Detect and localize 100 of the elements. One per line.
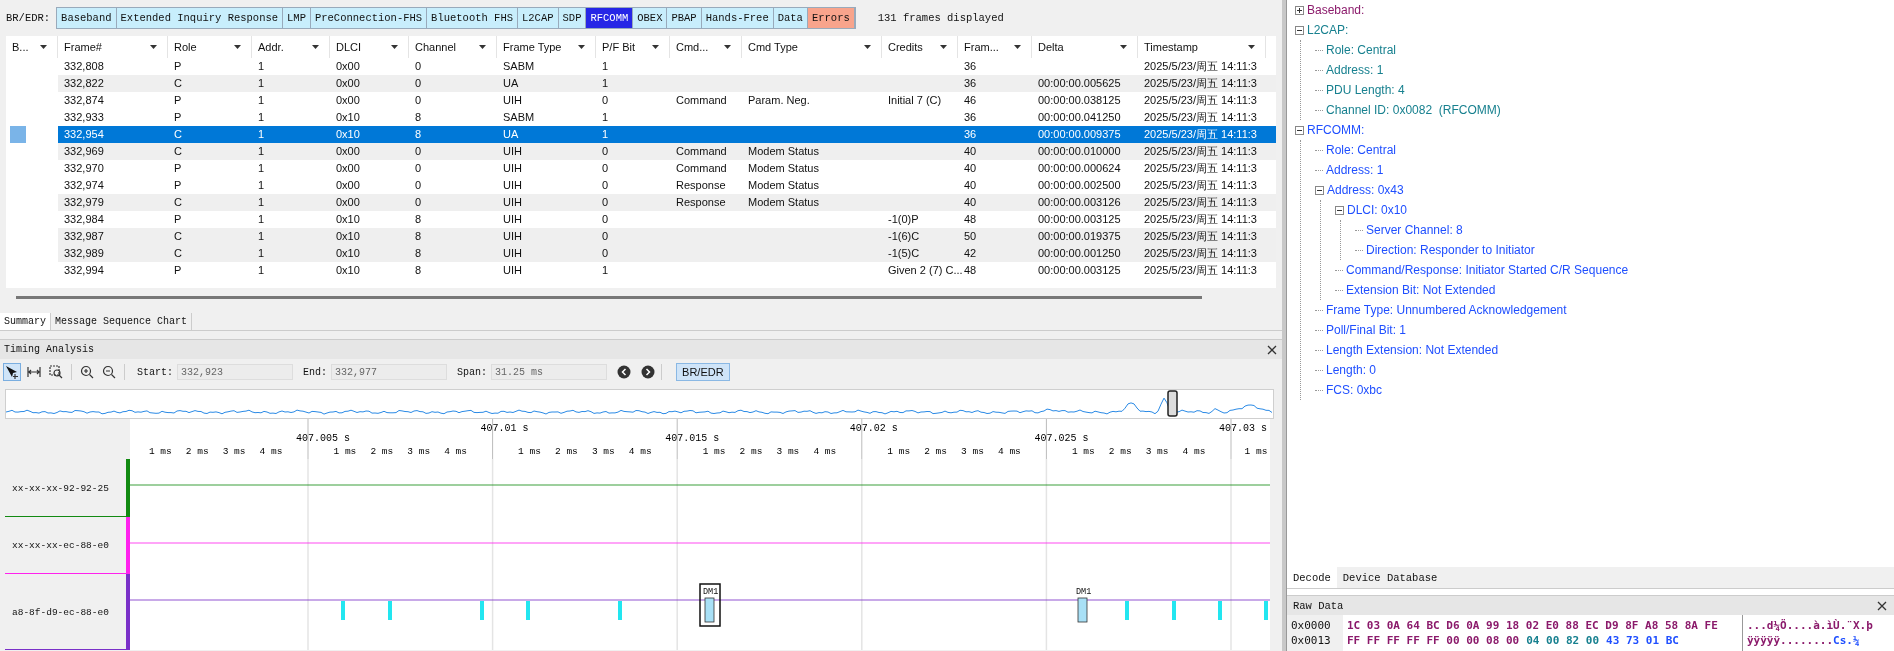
value-field[interactable]: 31.25 ms (491, 364, 608, 380)
tree-item[interactable]: Command/Response: Initiator Started C/R Sequence (1346, 263, 1629, 277)
table-cell-text: 1 (601, 59, 610, 74)
protocol-tab[interactable]: LMP (283, 8, 311, 28)
protocol-tab[interactable]: PreConnection-FHS (310, 8, 428, 28)
table-cell-text: -1(6)C (887, 229, 921, 244)
collapse-icon[interactable] (1295, 25, 1304, 35)
protocol-tab[interactable]: L2CAP (518, 8, 559, 28)
transport-button[interactable]: BR/EDR (676, 363, 730, 381)
protocol-tab[interactable]: OBEX (633, 8, 668, 28)
protocol-tab[interactable]: Bluetooth FHS (427, 8, 518, 28)
tree-item[interactable]: Poll/Final Bit: 1 (1326, 323, 1407, 337)
panel-title: Raw Data (1293, 599, 1344, 612)
range-handle[interactable] (1167, 390, 1178, 417)
tree-item[interactable]: Direction: Responder to Initiator (1366, 243, 1535, 257)
ascii-text: ...d¼Ö....à.ìÙ.¨X.þ (1747, 618, 1873, 633)
table-cell-text: 0 (601, 144, 610, 159)
table-cell-text: 42 (963, 246, 978, 261)
table-row[interactable]: 332,987 C 1 0x10 8 UIH 0 -1(6)C 50 00:00:00.019375 2025/5/23/周五 14:11:3 (6, 228, 1276, 245)
tool-button[interactable] (47, 363, 65, 381)
packet-block[interactable]: DM1 (1076, 587, 1092, 623)
table-cell-text: 1 (257, 59, 266, 74)
tick-label: 4 ms (259, 446, 283, 457)
table-cell-text: 0 (601, 178, 610, 193)
protocol-tab[interactable]: Errors (807, 8, 855, 28)
tree-item[interactable]: Channel ID: 0x0082 (RFCOMM) (1326, 103, 1501, 117)
table-cell-text: 332,808 (63, 59, 105, 74)
table-cell-text: UIH (502, 144, 523, 159)
time-label: 407.02 s (849, 423, 898, 434)
tree-item[interactable]: Address: 0x43 (1327, 183, 1404, 197)
protocol-tab[interactable]: Data (773, 8, 808, 28)
table-cell-text: 40 (963, 195, 978, 210)
table-row[interactable]: 332,969 C 1 0x00 0 UIH 0 Command Modem Status 40 00:00:00.010000 2025/5/23/周五 14:11:3 (6, 143, 1276, 160)
table-row[interactable]: 332,989 C 1 0x10 8 UIH 0 -1(5)C 42 00:00:00.001250 2025/5/23/周五 14:11:3 (6, 245, 1276, 262)
collapse-icon[interactable] (1295, 125, 1304, 135)
tree-item[interactable]: Length: 0 (1326, 363, 1377, 377)
table-cell-text: 1 (257, 246, 266, 261)
table-row[interactable]: 332,822 C 1 0x00 0 UA 1 36 00:00:00.005625 2025/5/23/周五 14:11:3 (6, 75, 1276, 92)
tree-item[interactable]: L2CAP: (1307, 23, 1349, 37)
table-cell-text: 00:00:00.003125 (1037, 212, 1122, 227)
protocol-tab[interactable]: Baseband (57, 8, 117, 28)
tool-button[interactable] (3, 363, 21, 381)
tree-item[interactable]: FCS: 0xbc (1326, 383, 1382, 397)
table-row[interactable]: 332,954 C 1 0x10 8 UA 1 36 00:00:00.009375 2025/5/23/周五 14:11:3 (6, 126, 1276, 143)
tree-item[interactable]: Server Channel: 8 (1366, 223, 1463, 237)
protocol-tab[interactable]: PBAP (667, 8, 702, 28)
next-button[interactable] (641, 365, 656, 379)
tree-item[interactable]: Role: Central (1326, 143, 1397, 157)
table-cell-text: 0x10 (335, 246, 361, 261)
protocol-tab[interactable]: RFCOMM (586, 8, 634, 28)
collapse-icon[interactable] (1335, 205, 1344, 215)
table-cell-text: 0 (601, 161, 610, 176)
table-cell-text: 1 (257, 263, 266, 278)
tree-item[interactable]: Role: Central (1326, 43, 1397, 57)
table-cell-text: 00:00:00.019375 (1037, 229, 1122, 244)
collapse-icon[interactable] (1315, 185, 1324, 195)
tree-item[interactable]: RFCOMM: (1307, 123, 1365, 137)
table-cell-text: 1 (257, 229, 266, 244)
expand-icon[interactable] (1295, 5, 1304, 15)
tick-label: 3 ms (591, 446, 615, 457)
table-cell-text: 332,969 (63, 144, 105, 159)
view-tab[interactable]: Summary (0, 313, 51, 330)
panel-tab[interactable]: Decode (1287, 567, 1337, 588)
table-row[interactable]: 332,979 C 1 0x00 0 UIH 0 Response Modem Status 40 00:00:00.003126 2025/5/23/周五 14:11:3 (6, 194, 1276, 211)
caret-icon (150, 45, 157, 49)
table-cell-text: 1 (257, 195, 266, 210)
table-cell-text: 1 (257, 93, 266, 108)
table-cell-text: 40 (963, 178, 978, 193)
tree-item[interactable]: DLCI: 0x10 (1347, 203, 1408, 217)
tick-label: 4 ms (1182, 446, 1206, 457)
protocol-tab[interactable]: Extended Inquiry Response (116, 8, 284, 28)
value-field[interactable]: 332,923 (177, 364, 293, 380)
value-field[interactable]: 332,977 (331, 364, 448, 380)
tree-item[interactable]: Extension Bit: Not Extended (1346, 283, 1496, 297)
tree-item[interactable]: Address: 1 (1326, 163, 1384, 177)
table-cell-text: 0 (601, 93, 610, 108)
packet-block[interactable]: DM1 (699, 583, 721, 627)
tree-item[interactable]: Address: 1 (1326, 63, 1384, 77)
table-cell-text: P (173, 110, 183, 125)
previous-button[interactable] (617, 365, 632, 379)
close-button[interactable] (1266, 343, 1278, 356)
tool-button[interactable] (100, 363, 118, 381)
tree-item[interactable]: Frame Type: Unnumbered Acknowledgement (1326, 303, 1567, 317)
protocol-tab[interactable]: Hands-Free (701, 8, 774, 28)
scrollbar[interactable] (16, 296, 1202, 299)
table-cell-text: 0x00 (335, 93, 361, 108)
table-cell-text: 8 (414, 212, 423, 227)
table-cell-text: 36 (963, 76, 978, 91)
protocol-tab[interactable]: SDP (558, 8, 587, 28)
tree-item[interactable]: PDU Length: 4 (1326, 83, 1405, 97)
tree-item[interactable]: Length Extension: Not Extended (1326, 343, 1499, 357)
table-cell-text: 1 (257, 161, 266, 176)
table-cell-text: P (173, 263, 183, 278)
table-cell-text: SABM (502, 110, 536, 125)
caret-icon (40, 45, 47, 49)
table-cell-text: 00:00:00.009375 (1037, 127, 1122, 142)
caret-icon (578, 45, 585, 49)
close-button[interactable] (1876, 599, 1888, 612)
tool-button[interactable] (78, 363, 96, 381)
tree-item[interactable]: Baseband: (1307, 3, 1365, 17)
